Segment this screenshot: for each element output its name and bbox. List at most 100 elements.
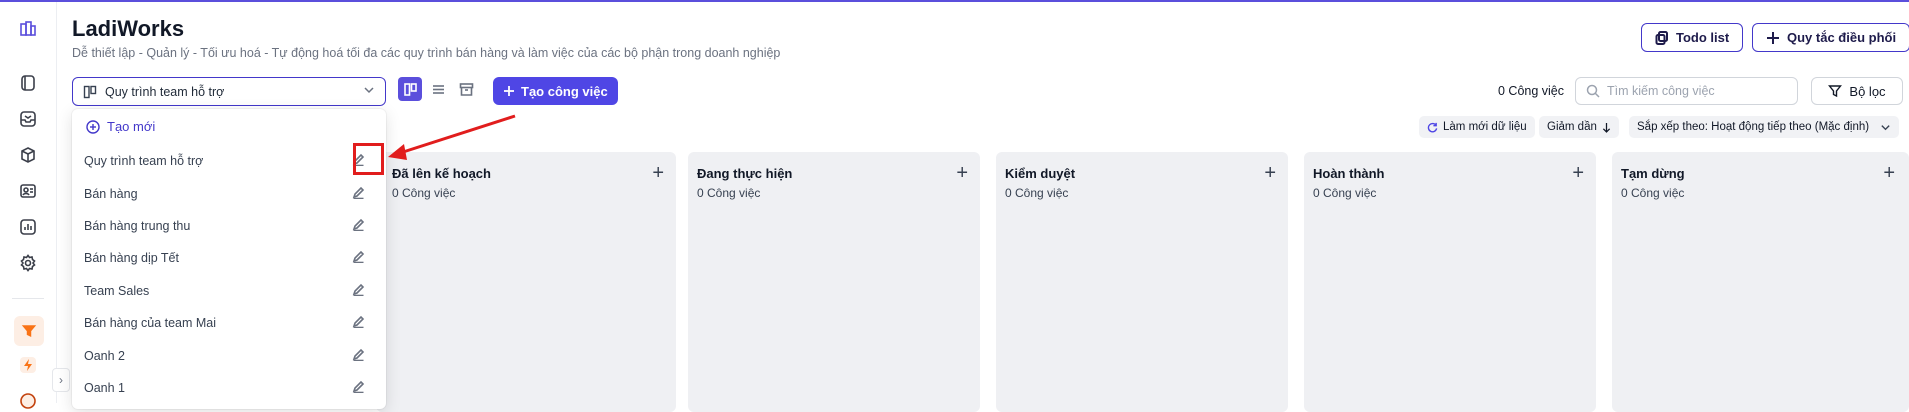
column-title: Đang thực hiện bbox=[697, 166, 793, 181]
pencil-icon[interactable] bbox=[352, 348, 368, 364]
add-task-icon[interactable]: + bbox=[1264, 163, 1276, 183]
create-task-button[interactable]: Tạo công việc bbox=[493, 77, 618, 105]
refresh-data-button[interactable]: Làm mới dữ liệu bbox=[1419, 116, 1535, 138]
page-subtitle: Dễ thiết lập - Quản lý - Tối ưu hoá - Tự… bbox=[72, 46, 781, 60]
workflow-option-label: Bán hàng bbox=[84, 187, 138, 201]
filter-button[interactable]: Bộ lọc bbox=[1811, 77, 1903, 105]
workflow-option[interactable]: Oanh 1 bbox=[84, 376, 376, 400]
create-new-label: Tạo mới bbox=[107, 119, 156, 134]
column-count: 0 Công việc bbox=[1313, 186, 1377, 200]
workflow-option[interactable]: Bán hàng bbox=[84, 182, 376, 206]
pencil-icon[interactable] bbox=[352, 186, 368, 202]
column-count: 0 Công việc bbox=[697, 186, 761, 200]
chart-icon[interactable] bbox=[17, 216, 39, 238]
workflow-option[interactable]: Oanh 2 bbox=[84, 344, 376, 368]
copy-icon bbox=[1655, 30, 1668, 45]
workflow-option-label: Bán hàng trung thu bbox=[84, 219, 191, 233]
kanban-column: Đang thực hiện 0 Công việc + bbox=[688, 152, 980, 412]
dispatch-rules-button[interactable]: Quy tắc điều phối bbox=[1752, 23, 1909, 52]
chevron-down-icon bbox=[1881, 124, 1890, 130]
contact-card-icon[interactable] bbox=[17, 180, 39, 202]
kanban-column: Tạm dừng 0 Công việc + bbox=[1612, 152, 1909, 412]
sort-order-button[interactable]: Giảm dần bbox=[1539, 116, 1619, 138]
plus-icon bbox=[504, 86, 514, 96]
todo-list-button[interactable]: Todo list bbox=[1641, 23, 1744, 52]
workflow-option[interactable]: Team Sales bbox=[84, 279, 376, 303]
add-task-icon[interactable]: + bbox=[1883, 163, 1895, 183]
kanban-column: Hoàn thành 0 Công việc + bbox=[1304, 152, 1596, 412]
arrow-down-icon bbox=[1602, 122, 1610, 133]
column-count: 0 Công việc bbox=[1005, 186, 1069, 200]
page-title: LadiWorks bbox=[72, 16, 185, 41]
workflow-select-value: Quy trình team hỗ trợ bbox=[105, 84, 225, 99]
lightning-icon[interactable] bbox=[17, 354, 39, 376]
search-input[interactable] bbox=[1607, 84, 1777, 98]
highlight-box bbox=[353, 143, 384, 175]
filter-label: Bộ lọc bbox=[1849, 83, 1886, 99]
workflow-option-label: Bán hàng của team Mai bbox=[84, 316, 217, 330]
workflow-option[interactable]: Quy trình team hỗ trợ bbox=[84, 149, 376, 173]
search-icon bbox=[1586, 84, 1600, 98]
globe-icon[interactable] bbox=[17, 390, 39, 412]
workflow-option[interactable]: Bán hàng trung thu bbox=[84, 214, 376, 238]
sort-by-label: Sắp xếp theo: Hoạt động tiếp theo (Mặc đ… bbox=[1637, 121, 1870, 133]
funnel-icon[interactable] bbox=[14, 316, 44, 346]
top-accent-line bbox=[0, 0, 1909, 2]
box-icon[interactable] bbox=[17, 144, 39, 166]
workflow-option[interactable]: Bán hàng dịp Tết bbox=[84, 246, 376, 270]
sort-order-label: Giảm dần bbox=[1547, 121, 1597, 133]
column-title: Hoàn thành bbox=[1313, 166, 1385, 181]
kanban-icon bbox=[403, 82, 417, 96]
inbox-icon[interactable] bbox=[17, 108, 39, 130]
sidebar-collapse-button[interactable]: › bbox=[52, 368, 70, 392]
column-count: 0 Công việc bbox=[392, 186, 456, 200]
workflow-select[interactable]: Quy trình team hỗ trợ bbox=[72, 77, 386, 106]
list-view-button[interactable] bbox=[426, 77, 450, 101]
dispatch-rules-label: Quy tắc điều phối bbox=[1787, 30, 1897, 45]
task-count: 0 Công việc bbox=[1498, 84, 1565, 98]
view-switcher bbox=[398, 77, 478, 105]
refresh-label: Làm mới dữ liệu bbox=[1443, 121, 1527, 133]
workflow-option-label: Quy trình team hỗ trợ bbox=[84, 154, 204, 168]
chevron-down-icon bbox=[363, 84, 375, 99]
pencil-icon[interactable] bbox=[352, 315, 368, 331]
settings-icon[interactable] bbox=[17, 252, 39, 274]
sidebar bbox=[0, 2, 57, 409]
column-title: Đã lên kế hoạch bbox=[392, 166, 491, 181]
workflow-option-label: Oanh 2 bbox=[84, 349, 126, 363]
archive-icon bbox=[459, 82, 473, 96]
archive-view-button[interactable] bbox=[454, 77, 478, 101]
workflow-option-label: Team Sales bbox=[84, 284, 150, 298]
sort-by-select[interactable]: Sắp xếp theo: Hoạt động tiếp theo (Mặc đ… bbox=[1629, 116, 1900, 138]
refresh-icon bbox=[1427, 122, 1438, 132]
workflow-option-label: Oanh 1 bbox=[84, 381, 126, 395]
plus-circle-icon bbox=[86, 119, 100, 134]
column-title: Kiểm duyệt bbox=[1005, 166, 1076, 181]
todo-list-label: Todo list bbox=[1676, 30, 1730, 45]
workflow-option-label: Bán hàng dịp Tết bbox=[84, 251, 179, 265]
pencil-icon[interactable] bbox=[352, 283, 368, 299]
pencil-icon[interactable] bbox=[352, 380, 368, 396]
workflow-dropdown-menu: Tạo mới Quy trình team hỗ trợ Bán hàng B… bbox=[72, 109, 386, 409]
pencil-icon[interactable] bbox=[352, 218, 368, 234]
filter-icon bbox=[1828, 85, 1843, 98]
add-task-icon[interactable]: + bbox=[1572, 163, 1584, 183]
column-title: Tạm dừng bbox=[1621, 166, 1685, 181]
add-task-icon[interactable]: + bbox=[652, 163, 664, 183]
add-task-icon[interactable]: + bbox=[956, 163, 968, 183]
plus-icon bbox=[1767, 31, 1779, 44]
create-new-workflow-button[interactable]: Tạo mới bbox=[86, 119, 155, 134]
pencil-icon[interactable] bbox=[352, 250, 368, 266]
list-icon bbox=[432, 84, 444, 94]
kanban-view-button[interactable] bbox=[398, 77, 422, 101]
workflow-option[interactable]: Bán hàng của team Mai bbox=[84, 311, 376, 335]
workspace-icon[interactable] bbox=[17, 18, 39, 40]
search-box bbox=[1575, 77, 1798, 105]
kanban-icon bbox=[83, 85, 97, 98]
create-task-label: Tạo công việc bbox=[521, 83, 608, 99]
kanban-column: Đã lên kế hoạch 0 Công việc + bbox=[376, 152, 676, 412]
column-count: 0 Công việc bbox=[1621, 186, 1685, 200]
book-icon[interactable] bbox=[17, 72, 39, 94]
sidebar-divider bbox=[12, 298, 44, 299]
kanban-column: Kiểm duyệt 0 Công việc + bbox=[996, 152, 1288, 412]
